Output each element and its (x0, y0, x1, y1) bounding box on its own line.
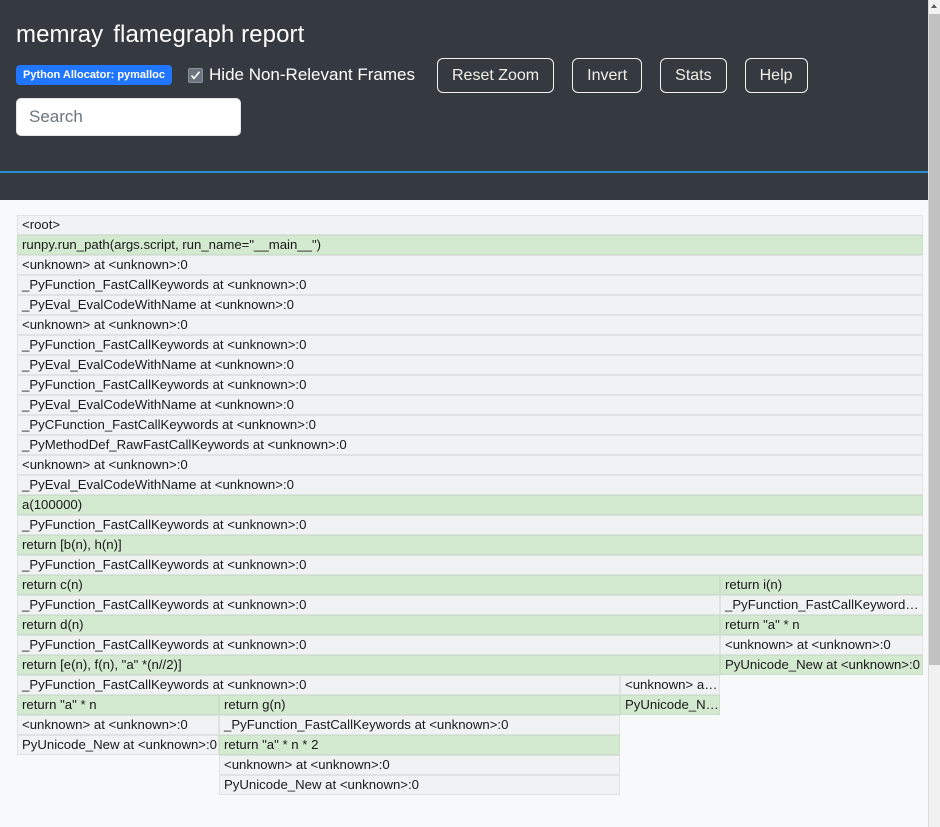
flamegraph-row: _PyFunction_FastCallKeywords at <unknown… (17, 635, 923, 655)
flamegraph-frame[interactable]: return "a" * n (17, 695, 219, 715)
flamegraph-row: return c(n) return i(n) (17, 575, 923, 595)
hide-non-relevant-frames-label: Hide Non-Relevant Frames (209, 65, 415, 84)
flamegraph-frame[interactable]: runpy.run_path(args.script, run_name="__… (17, 235, 923, 255)
flamegraph-row: _PyFunction_FastCallKeywords at <unknown… (17, 335, 923, 355)
flamegraph-row: runpy.run_path(args.script, run_name="__… (17, 235, 923, 255)
flamegraph-frame[interactable]: _PyEval_EvalCodeWithName at <unknown>:0 (17, 355, 923, 375)
flamegraph-frame[interactable]: _PyFunction_FastCallKeywords at <unknown… (17, 675, 620, 695)
flamegraph-row: PyUnicode_New at <unknown>:0 (17, 775, 923, 795)
flamegraph-row: <root> (17, 215, 923, 235)
accent-divider (0, 171, 928, 173)
flamegraph-frame[interactable]: <unknown> at <unknown>:0 (620, 675, 720, 695)
flamegraph-row: a(100000) (17, 495, 923, 515)
search-row (0, 90, 928, 136)
stats-button[interactable]: Stats (660, 57, 727, 93)
flamegraph-row: _PyEval_EvalCodeWithName at <unknown>:0 (17, 295, 923, 315)
flamegraph-row: <unknown> at <unknown>:0 (17, 315, 923, 335)
flamegraph-frame[interactable]: return [b(n), h(n)] (17, 535, 923, 555)
scroll-up-arrow-icon[interactable] (929, 0, 940, 12)
allocator-badge: Python Allocator: pymalloc (16, 65, 173, 85)
search-input[interactable] (16, 98, 241, 136)
flamegraph-frame[interactable]: <unknown> at <unknown>:0 (219, 755, 620, 775)
flamegraph-frame[interactable]: return i(n) (720, 575, 923, 595)
flamegraph-frame[interactable]: PyUnicode_New at <unknown>:0 (720, 655, 923, 675)
checkmark-icon[interactable] (188, 67, 204, 83)
flamegraph-frame[interactable]: <unknown> at <unknown>:0 (720, 635, 923, 655)
header-bottom-strip (0, 172, 928, 200)
flamegraph-frame[interactable]: _PyEval_EvalCodeWithName at <unknown>:0 (17, 395, 923, 415)
flamegraph-frame[interactable]: return "a" * n * 2 (219, 735, 620, 755)
flamegraph-row: _PyEval_EvalCodeWithName at <unknown>:0 (17, 355, 923, 375)
flamegraph-frame[interactable]: <unknown> at <unknown>:0 (17, 255, 923, 275)
flamegraph-row: _PyEval_EvalCodeWithName at <unknown>:0 (17, 395, 923, 415)
flamegraph-frame[interactable]: return [e(n), f(n), "a" *(n//2)] (17, 655, 720, 675)
flamegraph-frame[interactable]: _PyFunction_FastCallKeywords at <unknown… (17, 275, 923, 295)
flamegraph-frame[interactable]: _PyFunction_FastCallKeywords at <unknown… (720, 595, 923, 615)
invert-button[interactable]: Invert (572, 57, 643, 93)
flamegraph-row: _PyEval_EvalCodeWithName at <unknown>:0 (17, 475, 923, 495)
flamegraph-frame[interactable]: _PyFunction_FastCallKeywords at <unknown… (17, 515, 923, 535)
flamegraph-frame[interactable]: return g(n) (219, 695, 620, 715)
flamegraph-frame[interactable]: _PyMethodDef_RawFastCallKeywords at <unk… (17, 435, 923, 455)
flamegraph-frame[interactable]: <unknown> at <unknown>:0 (17, 455, 923, 475)
vertical-scrollbar[interactable] (928, 0, 940, 827)
flamegraph-rows: <root> runpy.run_path(args.script, run_na… (17, 215, 923, 795)
reset-zoom-button[interactable]: Reset Zoom (436, 57, 555, 93)
flamegraph-row: <unknown> at <unknown>:0 (17, 755, 923, 775)
flamegraph-frame[interactable]: _PyFunction_FastCallKeywords at <unknown… (17, 595, 720, 615)
report-header: memray flamegraph report Python Allocator… (0, 0, 928, 173)
flamegraph-frame[interactable]: PyUnicode_New at <unknown>:0 (219, 775, 620, 795)
hide-non-relevant-frames-toggle[interactable]: Hide Non-Relevant Frames (188, 65, 415, 85)
app-name: memray (16, 21, 104, 48)
flamegraph-frame[interactable]: _PyFunction_FastCallKeywords at <unknown… (17, 335, 923, 355)
flamegraph-frame[interactable]: PyUnicode_New at <unknown>:0 (620, 695, 720, 715)
flamegraph-frame[interactable]: _PyFunction_FastCallKeywords at <unknown… (219, 715, 620, 735)
flamegraph-frame[interactable]: _PyCFunction_FastCallKeywords at <unknow… (17, 415, 923, 435)
flamegraph-row: <unknown> at <unknown>:0 (17, 455, 923, 475)
flamegraph-row: _PyFunction_FastCallKeywords at <unknown… (17, 375, 923, 395)
flamegraph-frame[interactable]: return "a" * n (720, 615, 923, 635)
flamegraph-frame[interactable]: <unknown> at <unknown>:0 (17, 715, 219, 735)
flamegraph-row: _PyFunction_FastCallKeywords at <unknown… (17, 275, 923, 295)
flamegraph-row: return [e(n), f(n), "a" *(n//2)] PyUnicod… (17, 655, 923, 675)
flamegraph-row: PyUnicode_New at <unknown>:0 return "a" *… (17, 735, 923, 755)
flamegraph-frame[interactable]: _PyFunction_FastCallKeywords at <unknown… (17, 635, 720, 655)
page-title: memray flamegraph report (0, 0, 928, 50)
flamegraph-row: return [b(n), h(n)] (17, 535, 923, 555)
flamegraph-frame[interactable]: _PyEval_EvalCodeWithName at <unknown>:0 (17, 475, 923, 495)
flamegraph-row: <unknown> at <unknown>:0 _PyFunction_Fast… (17, 715, 923, 735)
flamegraph-frame[interactable]: return c(n) (17, 575, 720, 595)
scrollbar-thumb[interactable] (929, 14, 940, 665)
flamegraph-frame[interactable]: _PyFunction_FastCallKeywords at <unknown… (17, 375, 923, 395)
flamegraph-frame[interactable]: <unknown> at <unknown>:0 (17, 315, 923, 335)
flamegraph-row: _PyCFunction_FastCallKeywords at <unknow… (17, 415, 923, 435)
flamegraph-row: _PyFunction_FastCallKeywords at <unknown… (17, 595, 923, 615)
flamegraph-row: _PyFunction_FastCallKeywords at <unknown… (17, 675, 923, 695)
flamegraph-row: <unknown> at <unknown>:0 (17, 255, 923, 275)
report-type-label: flamegraph report (113, 21, 305, 48)
flamegraph-row: return "a" * nreturn g(n)PyUnicode_New a… (17, 695, 923, 715)
flamegraph-frame[interactable]: _PyEval_EvalCodeWithName at <unknown>:0 (17, 295, 923, 315)
flamegraph-row: return d(n) return "a" * n (17, 615, 923, 635)
flamegraph-frame[interactable]: return d(n) (17, 615, 720, 635)
help-button[interactable]: Help (744, 57, 808, 93)
flamegraph-row: _PyFunction_FastCallKeywords at <unknown… (17, 555, 923, 575)
flamegraph-frame[interactable]: <root> (17, 215, 923, 235)
flamegraph-row: _PyMethodDef_RawFastCallKeywords at <unk… (17, 435, 923, 455)
flamegraph-frame[interactable]: _PyFunction_FastCallKeywords at <unknown… (17, 555, 923, 575)
flamegraph-row: _PyFunction_FastCallKeywords at <unknown… (17, 515, 923, 535)
flamegraph-canvas: <root> runpy.run_path(args.script, run_na… (0, 200, 928, 795)
flamegraph-frame[interactable]: PyUnicode_New at <unknown>:0 (17, 735, 219, 755)
controls-row: Python Allocator: pymalloc Hide Non-Rele… (0, 50, 928, 93)
flamegraph-frame[interactable]: a(100000) (17, 495, 923, 515)
